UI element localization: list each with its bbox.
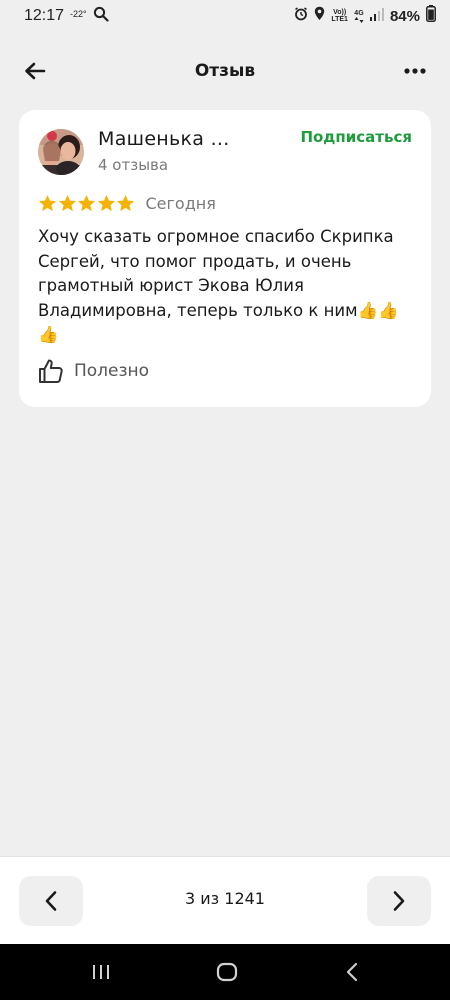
search-icon — [93, 6, 109, 27]
rating-row: Сегодня — [38, 194, 216, 213]
home-icon — [216, 962, 238, 982]
more-options-button[interactable] — [400, 56, 430, 86]
network-type-label: 4G — [354, 9, 364, 17]
volte-indicator: Vo)) LTE1 — [331, 9, 348, 23]
star-icon — [38, 194, 57, 212]
star-icon — [97, 194, 115, 212]
review-pagination-bar: 3 из 1241 — [0, 856, 450, 944]
star-icon — [116, 194, 135, 212]
more-horizontal-icon — [404, 68, 426, 74]
recent-apps-button[interactable] — [89, 960, 113, 984]
battery-icon — [426, 5, 436, 27]
app-header: Отзыв — [0, 32, 450, 110]
rating-stars — [38, 194, 136, 213]
data-arrows-icon — [354, 16, 364, 23]
signal-icon — [369, 7, 384, 26]
back-chevron-icon — [346, 962, 358, 982]
status-left: 12:17 -22° — [24, 6, 109, 27]
review-date: Сегодня — [145, 194, 216, 213]
alarm-icon — [294, 6, 308, 26]
avatar[interactable] — [38, 129, 84, 175]
star-icon — [58, 194, 76, 212]
useful-button[interactable]: Полезно — [38, 358, 149, 384]
recent-apps-icon — [93, 965, 109, 979]
home-button[interactable] — [215, 960, 239, 984]
review-card: Машенька ... 4 отзыва Подписаться Сегодн… — [19, 110, 431, 407]
star-icon — [77, 194, 96, 212]
next-review-button[interactable] — [367, 876, 431, 926]
useful-label: Полезно — [74, 361, 150, 381]
page-title: Отзыв — [194, 61, 256, 81]
subscribe-button[interactable]: Подписаться — [300, 128, 412, 146]
battery-percentage: 84% — [389, 7, 420, 25]
lte-label: LTE1 — [331, 16, 348, 23]
arrow-left-icon — [25, 62, 46, 80]
author-name[interactable]: Машенька ... — [98, 128, 230, 150]
status-right: Vo)) LTE1 4G 84% — [294, 5, 436, 27]
system-back-button[interactable] — [341, 960, 365, 984]
system-navigation-bar — [0, 944, 450, 1000]
back-button[interactable] — [20, 56, 50, 86]
review-text: Хочу сказать огромное спасибо Скрипка Се… — [38, 227, 399, 344]
network-type-indicator: 4G — [354, 10, 364, 23]
status-temperature: -22° — [70, 9, 87, 19]
status-time: 12:17 — [24, 7, 65, 24]
author-reviews-count: 4 отзыва — [98, 156, 169, 174]
avatar-image — [38, 129, 84, 175]
location-icon — [314, 6, 325, 26]
chevron-right-icon — [393, 891, 405, 911]
volte-label: Vo)) — [333, 9, 347, 16]
status-bar: 12:17 -22° Vo)) LTE1 4G 84% — [0, 0, 450, 32]
thumbs-up-icon — [39, 359, 63, 383]
